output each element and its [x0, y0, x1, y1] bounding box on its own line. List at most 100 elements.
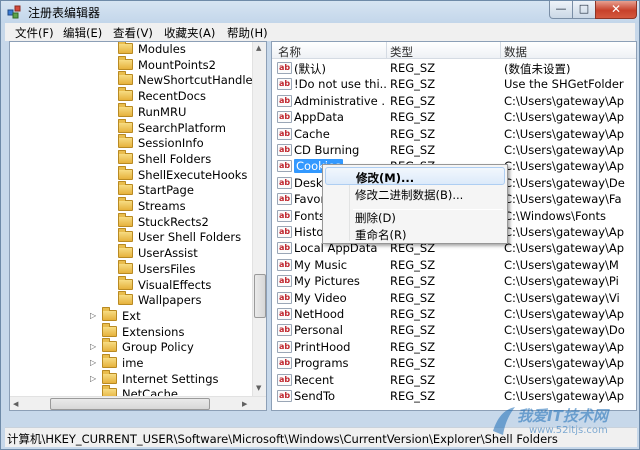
tree-node-recentdocs[interactable]: RecentDocs	[118, 87, 206, 105]
tree-node-streams[interactable]: Streams	[118, 197, 186, 215]
folder-icon	[118, 181, 133, 196]
string-value-icon: ab	[277, 324, 292, 337]
menu-favorites[interactable]: 收藏夹(A)	[164, 25, 215, 41]
value-name-text: Favor	[294, 192, 326, 207]
value-name-text: CD Burning	[294, 143, 360, 157]
column-divider[interactable]	[500, 42, 501, 59]
column-header-data[interactable]: 数据	[504, 44, 527, 60]
column-divider[interactable]	[386, 42, 387, 59]
menu-help[interactable]: 帮助(H)	[227, 25, 268, 41]
scroll-up-icon[interactable]: ▲	[256, 44, 261, 52]
string-value-icon: ab	[277, 308, 292, 320]
tree-node-wallpapers[interactable]: Wallpapers	[118, 291, 202, 309]
registry-editor-icon	[7, 5, 21, 19]
maximize-icon: □	[578, 2, 590, 15]
column-header-type[interactable]: 类型	[390, 44, 413, 60]
table-row[interactable]: ab SendTo REG_SZ C:\Users\gateway\Ap	[272, 388, 636, 404]
scroll-right-icon[interactable]: ▶	[242, 400, 247, 408]
scroll-left-icon[interactable]: ◀	[13, 400, 18, 408]
tree-node-user-shell-folders[interactable]: User Shell Folders	[118, 228, 241, 246]
tree-node-userassist[interactable]: UserAssist	[118, 244, 198, 262]
tree-node-startpage[interactable]: StartPage	[118, 181, 194, 199]
string-value-icon: ab	[277, 144, 292, 156]
menu-item-delete[interactable]: 删除(D)	[325, 208, 505, 226]
tree-node-internet-settings[interactable]: ▷ Internet Settings	[90, 369, 219, 388]
table-row[interactable]: ab Administrative ... REG_SZ C:\Users\gatew…	[272, 93, 636, 109]
table-row[interactable]: ab PrintHood REG_SZ C:\Users\gateway\Ap	[272, 339, 636, 355]
tree-horizontal-scroll-thumb[interactable]	[50, 398, 210, 410]
menu-item-rename[interactable]: 重命名(R)	[325, 225, 505, 243]
table-row[interactable]: ab (默认) REG_SZ (数值未设置)	[272, 60, 636, 76]
menu-file[interactable]: 文件(F)	[15, 25, 54, 41]
tree-node-mountpoints2[interactable]: MountPoints2	[118, 55, 216, 74]
string-value-icon: ab	[277, 176, 292, 189]
site-watermark: 我爱IT技术网 www.52itjs.com	[489, 403, 639, 445]
tree-node-shell-folders[interactable]: Shell Folders	[118, 149, 211, 168]
string-value-icon: ab	[277, 94, 292, 107]
folder-icon	[118, 71, 133, 86]
table-row[interactable]: ab AppData REG_SZ C:\Users\gateway\Ap	[272, 109, 636, 125]
registry-tree[interactable]: Modules MountPoints2 NewShortcutHandler …	[9, 41, 267, 411]
tree-vertical-scrollbar[interactable]: ▲ ▼	[252, 42, 266, 396]
folder-icon	[118, 42, 133, 54]
table-row[interactable]: ab My Music REG_SZ C:\Users\gateway\M	[272, 257, 636, 273]
tree-node-extensions[interactable]: Extensions	[102, 322, 184, 341]
scroll-down-icon[interactable]: ▼	[256, 384, 261, 392]
value-type: REG_SZ	[390, 323, 436, 338]
tree-node-usersfiles[interactable]: UsersFiles	[118, 259, 195, 278]
menu-view[interactable]: 查看(V)	[113, 25, 153, 41]
tree-node-modules[interactable]: Modules	[118, 42, 186, 58]
value-data: C:\Users\gateway\Ap	[504, 126, 625, 141]
watermark-logo-icon	[493, 407, 515, 435]
table-row[interactable]: ab Programs REG_SZ C:\Users\gateway\Ap	[272, 355, 636, 371]
value-name: !Do not use thi...	[294, 77, 386, 91]
maximize-button[interactable]: □	[572, 1, 596, 19]
column-header-name[interactable]: 名称	[278, 44, 301, 60]
tree-horizontal-scrollbar[interactable]: ◀ ▶	[10, 396, 266, 410]
table-row[interactable]: ab My Video REG_SZ C:\Users\gateway\Vi	[272, 290, 636, 306]
string-value-icon: ab	[277, 390, 292, 402]
tree-vertical-scroll-thumb[interactable]	[254, 274, 266, 318]
menu-item-modify[interactable]: 修改(M)...	[325, 167, 505, 185]
value-data: C:\Users\gateway\Ap	[504, 389, 625, 403]
folder-icon	[102, 338, 117, 353]
string-value-icon: ab	[277, 340, 292, 353]
minimize-button[interactable]: —	[549, 1, 573, 19]
tree-node-runmru[interactable]: RunMRU	[118, 102, 186, 121]
table-row[interactable]: ab My Pictures REG_SZ C:\Users\gateway\Pi	[272, 273, 636, 289]
tree-node-sessioninfo[interactable]: SessionInfo	[118, 134, 204, 152]
value-type: REG_SZ	[390, 307, 436, 321]
tree-node-visualeffects[interactable]: VisualEffects	[118, 275, 211, 294]
table-row[interactable]: ab NetHood REG_SZ C:\Users\gateway\Ap	[272, 306, 636, 322]
value-data: C:\Users\gateway\Ap	[504, 307, 625, 321]
table-row[interactable]: ab CD Burning REG_SZ C:\Users\gateway\Ap	[272, 142, 636, 158]
tree-node-searchplatform[interactable]: SearchPlatform	[118, 118, 226, 137]
menu-item-modify-binary[interactable]: 修改二进制数据(B)...	[325, 185, 505, 203]
expand-arrow-icon[interactable]: ▷	[90, 311, 96, 320]
tree-node-stuckrects2[interactable]: StuckRects2	[118, 212, 209, 231]
menu-edit[interactable]: 编辑(E)	[63, 25, 102, 41]
context-menu: 修改(M)... 修改二进制数据(B)... 删除(D) 重命名(R)	[322, 164, 508, 244]
menu-bar: 文件(F) 编辑(E) 查看(V) 收藏夹(A) 帮助(H)	[5, 23, 635, 41]
string-value-icon: ab	[277, 291, 292, 304]
value-name-text: Fonts	[294, 208, 326, 223]
table-row[interactable]: ab Personal REG_SZ C:\Users\gateway\Do	[272, 322, 636, 338]
table-row[interactable]: ab !Do not use thi... REG_SZ Use the SHGetF…	[272, 76, 636, 92]
close-button[interactable]: ✕	[595, 1, 637, 19]
string-value-icon: ab	[277, 127, 292, 140]
value-name: Recent	[294, 373, 386, 387]
value-type: REG_SZ	[390, 274, 436, 289]
value-data: (数值未设置)	[504, 62, 571, 76]
tree-node-newshortcuthandler[interactable]: NewShortcutHandler	[118, 71, 257, 89]
value-type: REG_SZ	[390, 356, 436, 371]
expand-arrow-icon[interactable]: ▷	[90, 358, 96, 367]
watermark-title: 我爱IT技术网	[517, 407, 608, 425]
tree-node-shellexecutehooks[interactable]: ShellExecuteHooks	[118, 165, 247, 184]
value-data: C:\Users\gateway\Ap	[504, 225, 625, 239]
expand-arrow-icon[interactable]: ▷	[90, 342, 96, 351]
table-row[interactable]: ab Recent REG_SZ C:\Users\gateway\Ap	[272, 372, 636, 388]
table-row[interactable]: ab Cache REG_SZ C:\Users\gateway\Ap	[272, 126, 636, 142]
expand-arrow-icon[interactable]: ▷	[90, 374, 96, 383]
tree-node-group-policy[interactable]: ▷ Group Policy	[90, 338, 194, 356]
title-bar[interactable]: 注册表编辑器 — □ ✕	[1, 1, 639, 23]
